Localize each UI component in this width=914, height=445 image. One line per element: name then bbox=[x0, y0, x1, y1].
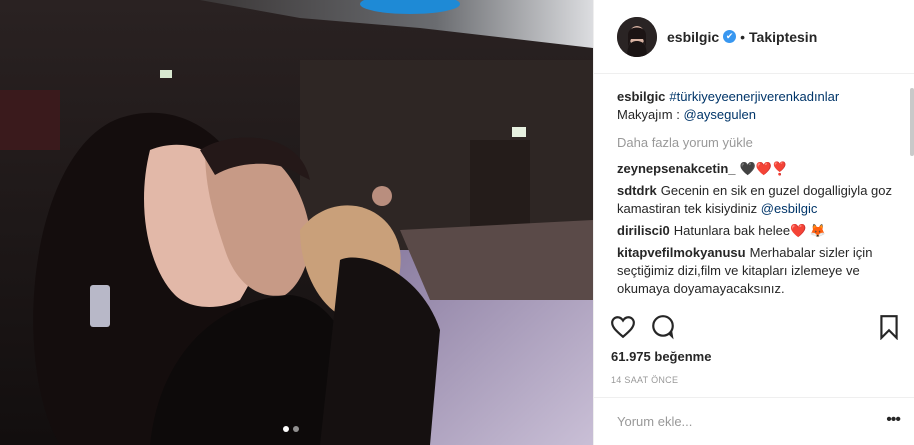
comment-icon[interactable] bbox=[650, 314, 676, 345]
caption: esbilgic #türkiyeyeenerjiverenkadınlar Ma… bbox=[617, 88, 897, 124]
caption-username[interactable]: esbilgic bbox=[617, 89, 665, 104]
carousel-dot[interactable] bbox=[293, 426, 299, 432]
instagram-post: esbilgic ✔ • Takiptesin esbilgic #türkiye… bbox=[0, 0, 914, 445]
comment-username[interactable]: kitapvefilmokyanusu bbox=[617, 245, 746, 260]
carousel-dot[interactable] bbox=[283, 426, 289, 432]
comment-username[interactable]: zeynepsenakcetin_ bbox=[617, 161, 736, 176]
carousel-indicator bbox=[283, 426, 299, 432]
photo-illustration bbox=[0, 0, 593, 445]
comments-scrollbar[interactable] bbox=[910, 88, 914, 156]
more-options-icon[interactable]: ••• bbox=[886, 411, 901, 429]
bookmark-icon[interactable] bbox=[876, 314, 902, 345]
like-count[interactable]: 61.975 beğenme bbox=[611, 349, 711, 364]
verified-badge-icon: ✔ bbox=[723, 30, 737, 43]
timestamp[interactable]: 14 SAAT ÖNCE bbox=[611, 375, 678, 385]
avatar[interactable] bbox=[617, 16, 657, 57]
comments-list: esbilgic #türkiyeyeenerjiverenkadınlar Ma… bbox=[617, 88, 897, 302]
comment-item: kitapvefilmokyanusu Merhabalar sizler içi… bbox=[617, 244, 897, 298]
comment-item: sdtdrk Gecenin en sik en guzel dogalligiy… bbox=[617, 182, 897, 218]
post-sidebar: esbilgic ✔ • Takiptesin esbilgic #türkiye… bbox=[593, 0, 914, 445]
add-comment-bar bbox=[594, 397, 914, 445]
caption-makeup-text: Makyajım : bbox=[617, 107, 684, 122]
comment-text: 🖤❤️❣️ bbox=[739, 161, 789, 176]
action-bar bbox=[610, 314, 902, 341]
caption-mention[interactable]: @aysegulen bbox=[683, 107, 755, 122]
comment-item: zeynepsenakcetin_ 🖤❤️❣️ bbox=[617, 160, 897, 178]
comment-text: Hatunlara bak helee❤️ 🦊 bbox=[673, 223, 827, 238]
separator: • bbox=[740, 28, 746, 45]
avatar-image bbox=[617, 16, 657, 57]
post-photo[interactable] bbox=[0, 0, 593, 445]
comment-mention[interactable]: @esbilgic bbox=[761, 201, 818, 216]
comment-username[interactable]: sdtdrk bbox=[617, 183, 657, 198]
caption-hashtag[interactable]: #türkiyeyeenerjiverenkadınlar bbox=[669, 89, 839, 104]
follow-status-button[interactable]: Takiptesin bbox=[749, 29, 817, 45]
load-more-comments-button[interactable]: Daha fazla yorum yükle bbox=[617, 134, 897, 152]
comment-input[interactable] bbox=[617, 414, 877, 429]
username[interactable]: esbilgic bbox=[667, 29, 719, 45]
comment-text: Gecenin en sik en guzel dogalligiyla goz… bbox=[617, 183, 892, 216]
post-header: esbilgic ✔ • Takiptesin bbox=[594, 0, 914, 74]
comment-item: dirilisci0 Hatunlara bak helee❤️ 🦊 bbox=[617, 222, 897, 240]
comment-username[interactable]: dirilisci0 bbox=[617, 223, 670, 238]
heart-icon[interactable] bbox=[610, 314, 636, 345]
